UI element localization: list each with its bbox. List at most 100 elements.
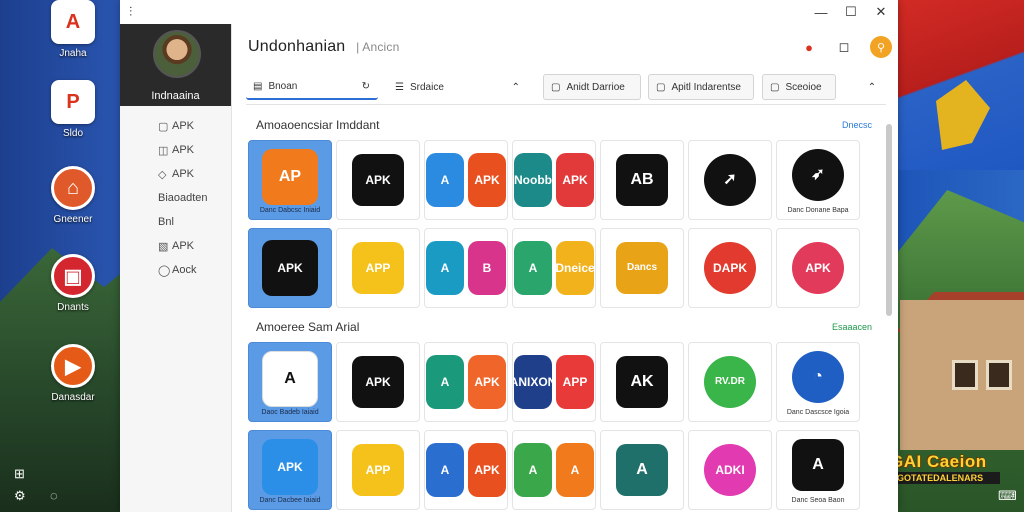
- app-tile[interactable]: APK: [336, 342, 420, 422]
- app-tile[interactable]: ➶ Danc Donane Bapa: [776, 140, 860, 220]
- app-logo-pair: A APK: [426, 443, 506, 497]
- main-panel: Undonhanian | Ancicn ● ◻ ⚲ ▤ Bnoan ↻ ☰ S…: [232, 24, 898, 512]
- sidebar-item-icon: ▢: [158, 120, 169, 133]
- app-tile[interactable]: Noobb APK: [512, 140, 596, 220]
- close-button[interactable]: ✕: [866, 2, 896, 22]
- sidebar-item-label: Biaoadten: [158, 192, 208, 204]
- tab-label: Bnoan: [268, 80, 298, 92]
- featured-app-tile[interactable]: A Daoc Badeb Iaiaid: [248, 342, 332, 422]
- page-title-text: Undonhanian: [248, 38, 346, 55]
- featured-app-tile[interactable]: APK: [248, 228, 332, 308]
- app-tile[interactable]: APP: [336, 228, 420, 308]
- tab-srdaice[interactable]: ☰ Srdaice ⌃: [388, 74, 528, 100]
- tray-settings-icon[interactable]: ⚙: [14, 488, 26, 504]
- avatar[interactable]: [153, 30, 201, 78]
- app-logo-icon: A: [426, 443, 464, 497]
- filter-button-anidt[interactable]: ▢ Anidt Darrioe: [543, 74, 641, 100]
- app-logo-icon: ADKI: [704, 444, 756, 496]
- app-grid-area: Amoaoencsiar Imddant Dnecsc AP Danc Dabcsc …: [242, 108, 890, 512]
- app-tile[interactable]: RV.DR: [688, 342, 772, 422]
- bell-icon[interactable]: ◻: [833, 36, 855, 58]
- sidebar-nav: ▢ APK ◫ APK ◇ APK Biaoadten Bnl ▧ APK ◯ Aock: [120, 106, 231, 282]
- app-tile[interactable]: ➚: [688, 140, 772, 220]
- tray-grid-icon[interactable]: ⊞: [14, 466, 25, 482]
- featured-app-tile[interactable]: AP Danc Dabcsc Iniaid: [248, 140, 332, 220]
- app-tile[interactable]: APP: [336, 430, 420, 510]
- sidebar-item[interactable]: Bnl: [120, 210, 231, 234]
- app-logo-icon: ANIXON: [514, 355, 552, 409]
- app-tile[interactable]: ◔ Danc Dascsce Igoia: [776, 342, 860, 422]
- page-subtitle: | Ancicn: [356, 40, 400, 54]
- app-tile[interactable]: AB: [600, 140, 684, 220]
- user-menu-icon[interactable]: ⚲: [870, 36, 892, 58]
- app-tile[interactable]: DAPK: [688, 228, 772, 308]
- desktop-icon-play[interactable]: ▶ Danasdar: [42, 344, 104, 403]
- app-tile[interactable]: A APK: [424, 430, 508, 510]
- desktop-icon-store[interactable]: ⌂ Gneener: [42, 166, 104, 225]
- sidebar-item[interactable]: ▢ APK: [120, 114, 231, 138]
- tab-bnoan[interactable]: ▤ Bnoan ↻: [246, 74, 378, 100]
- app-logo-icon: AP: [262, 149, 318, 205]
- section-see-all-link[interactable]: Dnecsc: [842, 120, 872, 130]
- app-logo-pair: A APK: [426, 355, 506, 409]
- app-logo-icon: APK: [468, 355, 506, 409]
- app-tile[interactable]: Dancs: [600, 228, 684, 308]
- app-logo-icon: ➚: [704, 154, 756, 206]
- collapse-icon[interactable]: ⌃: [862, 74, 882, 100]
- app-tile[interactable]: APK: [776, 228, 860, 308]
- refresh-icon[interactable]: ↻: [362, 81, 370, 92]
- desktop-icon-play-glyph: ▶: [51, 344, 95, 388]
- sidebar-item[interactable]: ◯ Aock: [120, 258, 231, 282]
- app-tile[interactable]: ANIXONAPP: [512, 342, 596, 422]
- app-tile[interactable]: A: [600, 430, 684, 510]
- desktop-icon-ap[interactable]: P Sldo: [42, 80, 104, 139]
- app-tile[interactable]: AB: [424, 228, 508, 308]
- app-logo-icon: RV.DR: [704, 356, 756, 408]
- app-tile[interactable]: A APK: [424, 140, 508, 220]
- app-logo-icon: APP: [352, 444, 404, 496]
- desktop-icon-apk[interactable]: A Jnaha: [42, 0, 104, 59]
- app-tile[interactable]: A APK: [424, 342, 508, 422]
- app-tile[interactable]: A Dneice: [512, 228, 596, 308]
- filter-label: Sceoioe: [785, 81, 822, 93]
- minimize-button[interactable]: —: [806, 2, 836, 22]
- app-logo-icon: A: [792, 439, 844, 491]
- section-see-all-link[interactable]: Esaaacen: [832, 322, 872, 332]
- notification-icon[interactable]: ●: [798, 36, 820, 58]
- sidebar-item[interactable]: ◫ APK: [120, 138, 231, 162]
- sidebar-item[interactable]: ◇ APK: [120, 162, 231, 186]
- app-logo-icon: B: [468, 241, 506, 295]
- filter-icon: ▢: [656, 81, 666, 93]
- sidebar-item-label: APK: [172, 144, 195, 156]
- filter-button-sceoioe[interactable]: ▢ Sceoioe: [762, 74, 836, 100]
- desktop-icon-box[interactable]: ▣ Dnants: [42, 254, 104, 313]
- app-logo-icon: APK: [262, 439, 318, 495]
- app-tile-caption: Daoc Badeb Iaiaid: [261, 409, 319, 416]
- house-window: [986, 360, 1012, 390]
- app-tile[interactable]: ADKI: [688, 430, 772, 510]
- chevron-up-icon[interactable]: ⌃: [512, 82, 520, 93]
- tray-message-icon[interactable]: ⌨: [998, 488, 1017, 504]
- sidebar-item-icon: ◫: [158, 144, 169, 157]
- featured-app-tile[interactable]: APK Danc Dacbee Iaiaid: [248, 430, 332, 510]
- sidebar-item[interactable]: Biaoadten: [120, 186, 231, 210]
- app-tile[interactable]: AA: [512, 430, 596, 510]
- tab-icon: ☰: [395, 81, 404, 93]
- filter-button-apitl[interactable]: ▢ Apitl Indarentse: [648, 74, 754, 100]
- profile-card[interactable]: Indnaaina: [120, 24, 231, 106]
- app-logo-pair: A Dneice: [514, 241, 594, 295]
- app-tile[interactable]: AK: [600, 342, 684, 422]
- sidebar-item-icon: ▧: [158, 240, 169, 253]
- desktop-icon-store-glyph: ⌂: [51, 166, 95, 210]
- sidebar-item[interactable]: ▧ APK: [120, 234, 231, 258]
- app-tile[interactable]: A Danc Seoa Baon: [776, 430, 860, 510]
- app-logo-icon: APK: [262, 240, 318, 296]
- app-tile-caption: Danc Donane Bapa: [787, 207, 849, 214]
- app-logo-icon: APK: [352, 154, 404, 206]
- scrollbar[interactable]: [886, 124, 892, 316]
- maximize-button[interactable]: ☐: [836, 2, 866, 22]
- app-logo-icon: ◔: [792, 351, 844, 403]
- tray-chat-icon[interactable]: ◌: [50, 488, 58, 503]
- app-tile[interactable]: APK: [336, 140, 420, 220]
- sidebar-item-label: Bnl: [158, 216, 174, 228]
